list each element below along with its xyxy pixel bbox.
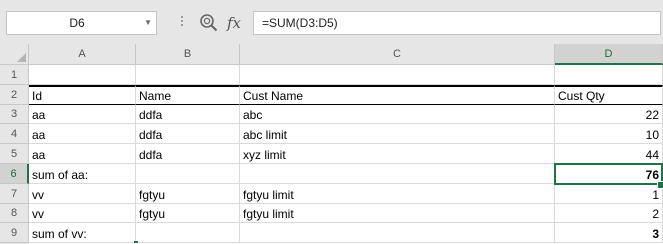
formula-text[interactable]: =SUM(D3:D5)	[262, 12, 338, 34]
cell-a4[interactable]: aa	[29, 124, 136, 144]
row-header-2[interactable]: 2	[0, 85, 29, 105]
row-header-9[interactable]: 9	[0, 223, 29, 243]
column-header-b[interactable]: B	[136, 44, 240, 65]
cell-d5[interactable]: 44	[555, 144, 663, 164]
name-box[interactable]: D6 ▼	[6, 11, 157, 35]
cell-b4[interactable]: ddfa	[136, 124, 240, 144]
column-header-c[interactable]: C	[240, 44, 555, 65]
cell-d8[interactable]: 2	[555, 204, 663, 223]
cell-a8[interactable]: vv	[29, 204, 136, 223]
row-header-7[interactable]: 7	[0, 184, 29, 204]
cell-a9[interactable]: sum of vv:	[29, 223, 136, 243]
cell-d6[interactable]: 76	[555, 164, 663, 184]
cell-c8[interactable]: fgtyu limit	[240, 204, 555, 223]
cell-area: Id Name Cust Name Cust Qty aa ddfa abc 22 aa ddfa…	[29, 65, 663, 244]
cell-b9[interactable]	[136, 223, 240, 243]
chevron-down-icon[interactable]: ▼	[144, 17, 152, 29]
drag-handle-icon[interactable]	[181, 16, 184, 28]
spreadsheet-grid: Id Name Cust Name Cust Qty aa ddfa abc 22 aa ddfa…	[0, 44, 663, 244]
cell-b2[interactable]: Name	[136, 85, 240, 105]
row-header-3[interactable]: 3	[0, 105, 29, 124]
cell-d4[interactable]: 10	[555, 124, 663, 144]
row-header-1[interactable]: 1	[0, 65, 29, 85]
cell-d9[interactable]: 3	[555, 223, 663, 243]
cell-c7[interactable]: fgtyu limit	[240, 184, 555, 204]
cell-c1[interactable]	[240, 65, 555, 85]
name-box-value[interactable]: D6	[7, 12, 147, 34]
cell-a2[interactable]: Id	[29, 85, 136, 105]
cell-a3[interactable]: aa	[29, 105, 136, 124]
magnifier-icon[interactable]	[198, 12, 220, 34]
select-all-icon[interactable]	[0, 44, 29, 65]
cell-a6[interactable]: sum of aa:	[29, 164, 136, 184]
fill-handle[interactable]	[657, 181, 663, 189]
cell-b6[interactable]	[136, 164, 240, 184]
row-header-8[interactable]: 8	[0, 204, 29, 223]
cell-a7[interactable]: vv	[29, 184, 136, 204]
cell-d3[interactable]: 22	[555, 105, 663, 124]
cell-b5[interactable]: ddfa	[136, 144, 240, 164]
cell-c4[interactable]: abc limit	[240, 124, 555, 144]
cell-c6[interactable]	[240, 164, 555, 184]
cell-c5[interactable]: xyz limit	[240, 144, 555, 164]
cell-a1[interactable]	[29, 65, 136, 85]
cell-d2[interactable]: Cust Qty	[555, 85, 663, 105]
column-header-d[interactable]: D	[555, 44, 663, 65]
fx-icon[interactable]: fx	[227, 12, 241, 34]
cell-b1[interactable]	[136, 65, 240, 85]
row-header-4[interactable]: 4	[0, 124, 29, 144]
formula-bar: D6 ▼ fx =SUM(D3:D5)	[0, 0, 663, 44]
row-header-5[interactable]: 5	[0, 144, 29, 164]
cell-c2[interactable]: Cust Name	[240, 85, 555, 105]
cell-d1[interactable]	[555, 65, 663, 85]
row-header-6[interactable]: 6	[0, 164, 29, 184]
cell-b7[interactable]: fgtyu	[136, 184, 240, 204]
cell-c3[interactable]: abc	[240, 105, 555, 124]
column-header-a[interactable]: A	[29, 44, 136, 65]
cell-d7[interactable]: 1	[555, 184, 663, 204]
cell-a5[interactable]: aa	[29, 144, 136, 164]
selection-fragment	[134, 241, 138, 243]
cell-c9[interactable]	[240, 223, 555, 243]
cell-b8[interactable]: fgtyu	[136, 204, 240, 223]
cell-b3[interactable]: ddfa	[136, 105, 240, 124]
formula-input[interactable]: =SUM(D3:D5)	[253, 11, 661, 35]
